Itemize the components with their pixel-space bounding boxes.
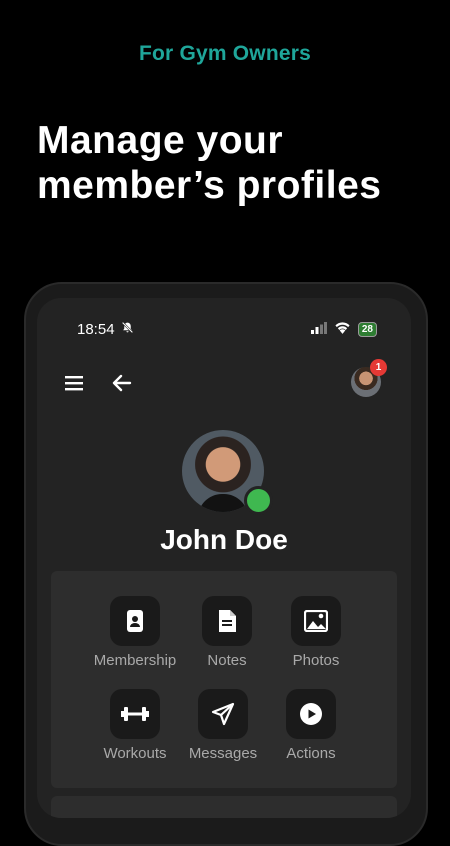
headline: Manage your member’s profiles	[37, 118, 437, 208]
send-icon	[198, 689, 248, 739]
headline-line-1: Manage your	[37, 119, 284, 162]
back-arrow-icon[interactable]	[110, 371, 134, 395]
signal-icon	[310, 321, 327, 338]
membership-card-icon	[110, 596, 160, 646]
membership-label: Membership	[93, 652, 177, 669]
notes-label: Notes	[207, 652, 247, 669]
play-circle-icon	[286, 689, 336, 739]
image-icon	[291, 596, 341, 646]
notification-badge: 1	[370, 359, 387, 376]
actions-button[interactable]: Actions	[265, 689, 357, 762]
document-icon	[202, 596, 252, 646]
dumbbell-icon	[110, 689, 160, 739]
workouts-button[interactable]: Workouts	[89, 689, 181, 762]
next-section-card	[51, 796, 397, 818]
messages-button[interactable]: Messages	[177, 689, 269, 762]
wifi-icon	[334, 321, 351, 338]
actions-label: Actions	[286, 745, 336, 762]
status-bar: 18:54 28	[77, 319, 377, 339]
mute-icon	[121, 321, 134, 338]
messages-label: Messages	[188, 745, 258, 762]
battery-indicator: 28	[357, 321, 377, 337]
notes-button[interactable]: Notes	[181, 596, 273, 669]
photos-label: Photos	[292, 652, 340, 669]
headline-line-2: member’s profiles	[37, 164, 382, 207]
avatar-shirt	[198, 494, 248, 512]
workouts-label: Workouts	[103, 745, 167, 762]
app-bar: 1	[63, 359, 397, 397]
membership-button[interactable]: Membership	[89, 596, 181, 669]
phone-screen: 18:54 28 1 John Doe Membership Notes Pho…	[37, 298, 411, 818]
online-status-indicator	[244, 486, 273, 515]
tagline: For Gym Owners	[138, 42, 311, 65]
user-avatar[interactable]: 1	[351, 359, 387, 397]
profile-name: John Doe	[160, 524, 288, 555]
status-time: 18:54	[77, 320, 115, 338]
profile-actions-card: Membership Notes Photos Workouts Message…	[51, 571, 397, 788]
menu-icon[interactable]	[63, 373, 85, 393]
photos-button[interactable]: Photos	[270, 596, 362, 669]
